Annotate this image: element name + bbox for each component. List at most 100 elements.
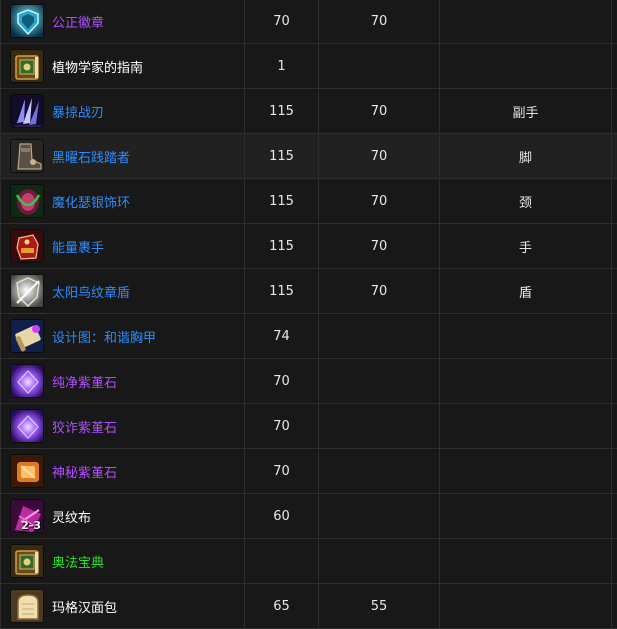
- item-link[interactable]: 公正徽章: [52, 12, 104, 31]
- badge-of-justice-icon[interactable]: [10, 4, 44, 38]
- table-row[interactable]: 暴掠战刃 115 70 副手: [0, 88, 617, 134]
- item-table-body: 公正徽章 70 70 植物学家的指南 1 暴掠战刃 115 70 副手 黑曜石践踏者 115 7…: [0, 0, 617, 629]
- extra-cell: [611, 583, 617, 629]
- required-level-cell: [318, 448, 440, 494]
- item-link[interactable]: 能量裹手: [52, 237, 104, 256]
- boots-icon[interactable]: [10, 139, 44, 173]
- slot-cell: [439, 583, 612, 629]
- slot-cell: 手: [439, 223, 612, 269]
- cloth-icon[interactable]: 2-3: [10, 499, 44, 533]
- scroll-icon[interactable]: [10, 319, 44, 353]
- extra-cell: [611, 403, 617, 449]
- extra-cell: [611, 178, 617, 224]
- slot-cell: 盾: [439, 268, 612, 314]
- item-name-cell: 黑曜石践踏者: [0, 133, 245, 179]
- item-level-cell: 115: [244, 223, 319, 269]
- book-icon[interactable]: [10, 49, 44, 83]
- required-level-cell: 70: [318, 223, 440, 269]
- required-level-cell: 70: [318, 0, 440, 44]
- item-name-cell: 公正徽章: [0, 0, 245, 44]
- item-level-cell: 65: [244, 583, 319, 629]
- item-level-cell: 115: [244, 133, 319, 179]
- required-level-cell: [318, 43, 440, 89]
- required-level-cell: [318, 538, 440, 584]
- item-name-cell: 太阳鸟纹章盾: [0, 268, 245, 314]
- item-link[interactable]: 设计图：和谐胸甲: [52, 327, 156, 346]
- shield-icon[interactable]: [10, 274, 44, 308]
- gauntlet-icon[interactable]: [10, 229, 44, 263]
- item-name-cell: 玛格汉面包: [0, 583, 245, 629]
- slot-cell: [439, 358, 612, 404]
- item-name-cell: 奥法宝典: [0, 538, 245, 584]
- extra-cell: [611, 358, 617, 404]
- item-name-cell: 神秘紫堇石: [0, 448, 245, 494]
- item-link[interactable]: 玛格汉面包: [52, 597, 117, 616]
- purple-gem-icon[interactable]: [10, 364, 44, 398]
- book-icon[interactable]: [10, 544, 44, 578]
- item-link[interactable]: 魔化瑟银饰环: [52, 192, 130, 211]
- table-row[interactable]: 狡诈紫堇石 70: [0, 403, 617, 449]
- extra-cell: [611, 88, 617, 134]
- item-level-cell: 115: [244, 268, 319, 314]
- slot-cell: 副手: [439, 88, 612, 134]
- item-level-cell: 74: [244, 313, 319, 359]
- item-link[interactable]: 奥法宝典: [52, 552, 104, 571]
- item-level-cell: 70: [244, 0, 319, 44]
- item-link[interactable]: 神秘紫堇石: [52, 462, 117, 481]
- item-name-cell: 狡诈紫堇石: [0, 403, 245, 449]
- purple-gem-icon[interactable]: [10, 409, 44, 443]
- stack-count: 2-3: [21, 519, 41, 532]
- extra-cell: [611, 538, 617, 584]
- item-link[interactable]: 黑曜石践踏者: [52, 147, 130, 166]
- slot-cell: 颈: [439, 178, 612, 224]
- item-level-cell: 115: [244, 178, 319, 224]
- table-row[interactable]: 玛格汉面包 65 55: [0, 583, 617, 629]
- item-level-cell: 70: [244, 448, 319, 494]
- extra-cell: [611, 223, 617, 269]
- table-row[interactable]: 奥法宝典: [0, 538, 617, 584]
- required-level-cell: [318, 358, 440, 404]
- item-level-cell: 115: [244, 88, 319, 134]
- item-name-cell: 植物学家的指南: [0, 43, 245, 89]
- claw-blade-icon[interactable]: [10, 94, 44, 128]
- slot-cell: [439, 493, 612, 539]
- table-row[interactable]: 魔化瑟银饰环 115 70 颈: [0, 178, 617, 224]
- item-link[interactable]: 暴掠战刃: [52, 102, 104, 121]
- table-row[interactable]: 纯净紫堇石 70: [0, 358, 617, 404]
- slot-cell: [439, 0, 612, 44]
- table-row[interactable]: 设计图：和谐胸甲 74: [0, 313, 617, 359]
- required-level-cell: 70: [318, 268, 440, 314]
- table-row[interactable]: 植物学家的指南 1: [0, 43, 617, 89]
- item-name-cell: 2-3 灵纹布: [0, 493, 245, 539]
- item-name-cell: 能量裹手: [0, 223, 245, 269]
- item-level-cell: 70: [244, 403, 319, 449]
- extra-cell: [611, 268, 617, 314]
- bread-icon[interactable]: [10, 589, 44, 623]
- table-row[interactable]: 太阳鸟纹章盾 115 70 盾: [0, 268, 617, 314]
- required-level-cell: [318, 493, 440, 539]
- item-link[interactable]: 灵纹布: [52, 507, 91, 526]
- necklace-icon[interactable]: [10, 184, 44, 218]
- item-name-cell: 纯净紫堇石: [0, 358, 245, 404]
- item-level-cell: 60: [244, 493, 319, 539]
- item-level-cell: [244, 538, 319, 584]
- table-row[interactable]: 黑曜石践踏者 115 70 脚: [0, 133, 617, 179]
- orange-gem-icon[interactable]: [10, 454, 44, 488]
- item-link[interactable]: 植物学家的指南: [52, 57, 143, 76]
- extra-cell: [611, 448, 617, 494]
- item-link[interactable]: 狡诈紫堇石: [52, 417, 117, 436]
- extra-cell: [611, 0, 617, 44]
- item-level-cell: 70: [244, 358, 319, 404]
- table-row[interactable]: 神秘紫堇石 70: [0, 448, 617, 494]
- table-row[interactable]: 2-3 灵纹布 60: [0, 493, 617, 539]
- required-level-cell: 55: [318, 583, 440, 629]
- item-table: 公正徽章 70 70 植物学家的指南 1 暴掠战刃 115 70 副手 黑曜石践踏者 115 7…: [0, 0, 617, 629]
- item-link[interactable]: 纯净紫堇石: [52, 372, 117, 391]
- table-row[interactable]: 公正徽章 70 70: [0, 0, 617, 44]
- item-link[interactable]: 太阳鸟纹章盾: [52, 282, 130, 301]
- item-name-cell: 暴掠战刃: [0, 88, 245, 134]
- table-row[interactable]: 能量裹手 115 70 手: [0, 223, 617, 269]
- required-level-cell: [318, 313, 440, 359]
- required-level-cell: 70: [318, 133, 440, 179]
- extra-cell: [611, 313, 617, 359]
